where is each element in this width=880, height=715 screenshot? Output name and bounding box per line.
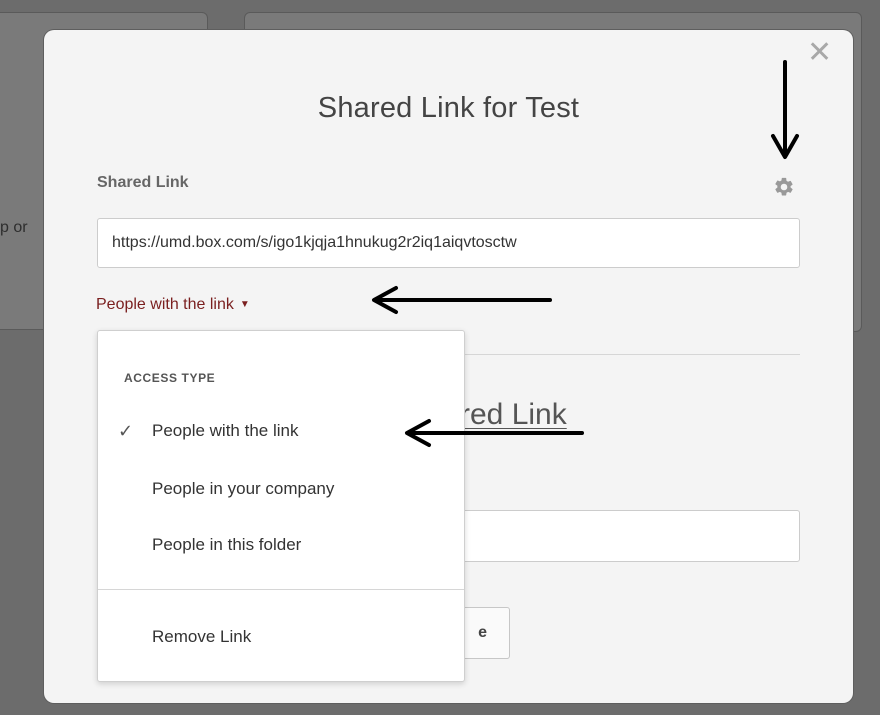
option-label: People in this folder [152,535,302,554]
partial-input-field[interactable] [440,510,800,562]
modal-title: Shared Link for Test [317,92,580,124]
remove-link-option[interactable]: Remove Link [98,615,464,659]
background-partial-text: p or [0,219,28,236]
dropdown-header: ACCESS TYPE [124,371,216,385]
access-type-label: People with the link [96,296,234,313]
shared-link-url-field[interactable]: https://umd.box.com/s/igo1kjqja1hnukug2r… [97,218,800,268]
check-icon: ✓ [118,421,134,441]
option-label: People in your company [152,479,335,498]
access-type-dropdown: ACCESS TYPE ✓ People with the link Peopl… [97,330,465,682]
option-people-with-link[interactable]: ✓ People with the link [98,409,464,453]
caret-down-icon: ▼ [239,299,250,310]
shared-link-label: Shared Link [97,174,189,191]
close-icon[interactable]: ✕ [807,38,832,68]
access-type-toggle[interactable]: People with the link ▼ [96,296,250,314]
partial-heading[interactable]: red Link [460,398,567,432]
dropdown-divider [98,589,464,590]
gear-icon[interactable] [773,176,795,198]
option-label: People with the link [152,421,299,440]
option-people-in-company[interactable]: People in your company [98,467,464,511]
remove-link-label: Remove Link [152,627,252,646]
section-divider [464,354,800,355]
option-people-in-folder[interactable]: People in this folder [98,523,464,567]
